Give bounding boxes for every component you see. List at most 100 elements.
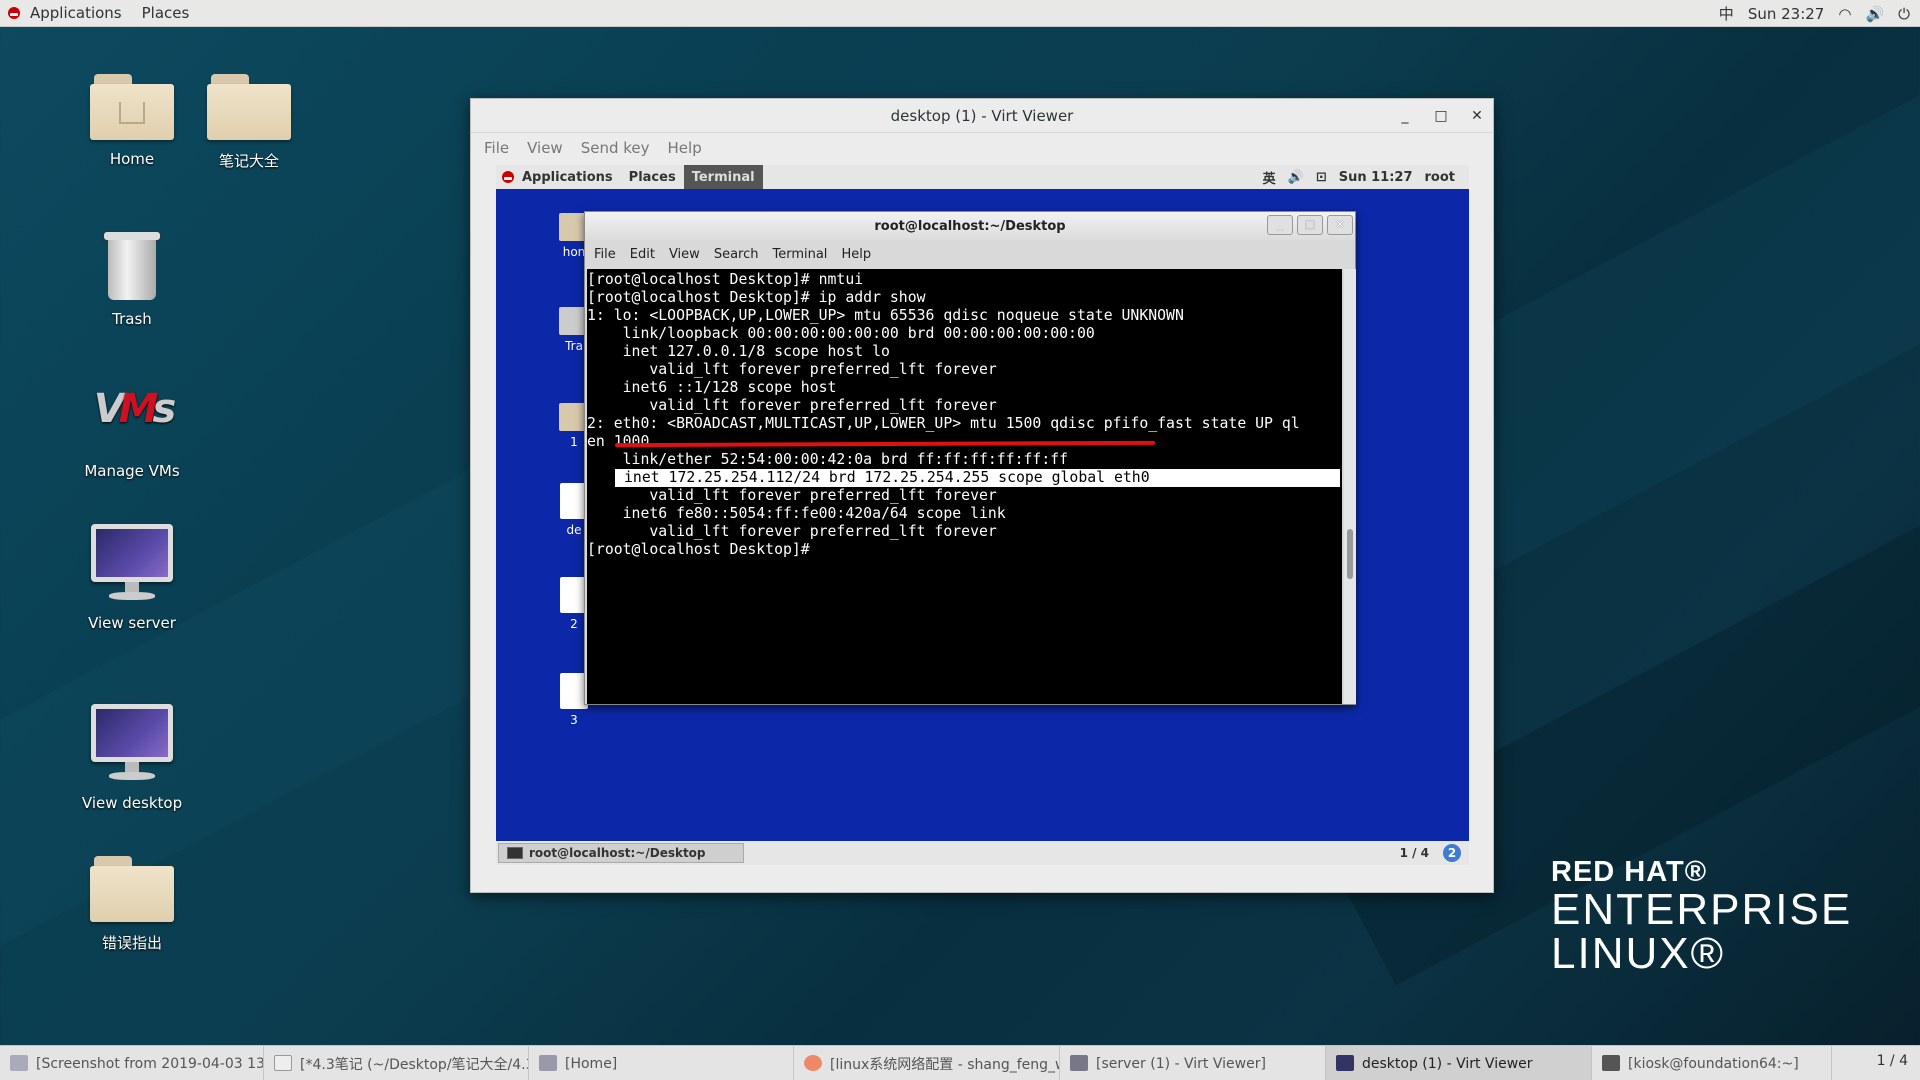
applications-menu[interactable]: Applications xyxy=(20,0,132,27)
file-manager-icon xyxy=(539,1055,557,1071)
redhat-icon xyxy=(8,7,20,19)
menubar: File View Send key Help xyxy=(471,133,1493,163)
terminal-output[interactable]: [root@localhost Desktop]# nmtui [root@loc… xyxy=(587,269,1342,704)
terminal-menubar: File Edit View Search Terminal Help xyxy=(585,240,1355,268)
terminal-line: inet6 fe80::5054:ff:fe00:420a/64 scope l… xyxy=(587,505,1006,522)
taskbar-item-home[interactable]: [Home] xyxy=(529,1046,794,1080)
desktop-icon-notes[interactable]: 笔记大全 xyxy=(189,74,309,171)
minimize-icon[interactable]: _ xyxy=(1395,108,1415,124)
terminal-menu-edit[interactable]: Edit xyxy=(623,247,662,262)
terminal-menu-help[interactable]: Help xyxy=(834,247,878,262)
terminal-line: inet6 ::1/128 scope host xyxy=(587,379,837,396)
taskbar-item-desktop-viewer[interactable]: desktop (1) - Virt Viewer xyxy=(1326,1046,1592,1080)
bottom-taskbar: [Screenshot from 2019-04-03 13-... [*4.3… xyxy=(0,1045,1920,1080)
taskbar-item-screenshot[interactable]: [Screenshot from 2019-04-03 13-... xyxy=(0,1046,264,1080)
guest-top-panel: Applications Places Terminal 英 🔊 ⊡ Sun 1… xyxy=(496,165,1469,189)
guest-terminal-tab[interactable]: Terminal xyxy=(683,165,763,189)
terminal-line: link/loopback 00:00:00:00:00:00 brd 00:0… xyxy=(587,325,1095,342)
terminal-line: valid_lft forever preferred_lft forever xyxy=(587,487,997,504)
clock[interactable]: Sun 23:27 xyxy=(1748,5,1825,23)
desktop-icon-label: View desktop xyxy=(81,794,183,812)
guest-volume-icon[interactable]: 🔊 xyxy=(1288,170,1304,185)
guest-input-method[interactable]: 英 xyxy=(1263,168,1276,187)
terminal-line: link/ether 52:54:00:00:42:0a brd ff:ff:f… xyxy=(587,451,1069,468)
input-method-indicator[interactable]: 中 xyxy=(1719,3,1734,24)
guest-display[interactable]: Applications Places Terminal 英 🔊 ⊡ Sun 1… xyxy=(496,165,1469,865)
desktop-icon-manage-vms[interactable]: VMs Manage VMs xyxy=(72,386,192,480)
menu-file[interactable]: File xyxy=(475,139,518,157)
guest-user-menu[interactable]: root xyxy=(1425,170,1456,185)
text-editor-icon xyxy=(274,1055,292,1071)
places-menu[interactable]: Places xyxy=(132,0,200,27)
virt-manager-icon: VMs xyxy=(93,386,177,432)
terminal-scrollbar[interactable] xyxy=(1344,269,1356,704)
desktop-icon-view-server[interactable]: View server xyxy=(72,524,192,632)
close-icon[interactable]: ✕ xyxy=(1327,215,1353,235)
terminal-line: 1: lo: <LOOPBACK,UP,LOWER_UP> mtu 65536 … xyxy=(587,307,1184,324)
top-panel: Applications Places 中 Sun 23:27 ◠ 🔊 ⏻ xyxy=(0,0,1920,27)
trash-icon xyxy=(104,226,160,302)
terminal-menu-view[interactable]: View xyxy=(662,247,707,262)
taskbar-item-editor[interactable]: [*4.3笔记 (~/Desktop/笔记大全/4.3... xyxy=(264,1046,529,1080)
home-folder-icon xyxy=(90,74,174,140)
terminal-line-highlighted: inet 172.25.254.112/24 brd 172.25.254.25… xyxy=(615,469,1340,487)
terminal-menu-terminal[interactable]: Terminal xyxy=(765,247,834,262)
desktop-icon-view-desktop[interactable]: View desktop xyxy=(72,704,192,812)
terminal-icon xyxy=(507,847,523,859)
minimize-icon[interactable]: _ xyxy=(1267,215,1293,235)
volume-icon[interactable]: 🔊 xyxy=(1865,5,1884,23)
brand-line-3: LINUX® xyxy=(1551,929,1726,978)
menu-view[interactable]: View xyxy=(518,139,572,157)
terminal-line: 2: eth0: <BROADCAST,MULTICAST,UP,LOWER_U… xyxy=(587,415,1300,432)
maximize-icon[interactable]: □ xyxy=(1297,215,1323,235)
guest-notification-badge[interactable]: 2 xyxy=(1443,844,1461,862)
firefox-icon xyxy=(804,1055,822,1071)
guest-applications-menu[interactable]: Applications xyxy=(514,170,621,185)
redhat-enterprise-linux-logo: RED HAT® ENTERPRISE LINUX® xyxy=(1551,856,1852,976)
brand-line-2: ENTERPRISE xyxy=(1551,885,1853,934)
scrollbar-thumb[interactable] xyxy=(1347,529,1353,579)
desktop-icon-home[interactable]: Home xyxy=(72,74,192,168)
terminal-titlebar[interactable]: root@localhost:~/Desktop _ □ ✕ xyxy=(585,212,1355,240)
guest-workspace-pager[interactable]: 1 / 4 xyxy=(1400,846,1429,860)
terminal-line: valid_lft forever preferred_lft forever xyxy=(587,523,997,540)
power-icon[interactable]: ⏻ xyxy=(1898,5,1910,23)
terminal-line: [root@localhost Desktop]# nmtui xyxy=(587,271,864,288)
guest-bottom-panel: root@localhost:~/Desktop 1 / 4 2 xyxy=(496,841,1469,865)
guest-clock[interactable]: Sun 11:27 xyxy=(1339,170,1413,185)
terminal-line: [root@localhost Desktop]# xyxy=(587,541,810,558)
taskbar-item-firefox[interactable]: [linux系统网络配置 - shang_feng_w... xyxy=(794,1046,1060,1080)
screenshot-icon xyxy=(10,1055,28,1071)
guest-network-icon[interactable]: ⊡ xyxy=(1316,170,1327,185)
desktop-icon-label: Home xyxy=(109,150,155,168)
virt-viewer-icon xyxy=(1070,1055,1088,1071)
guest-task-terminal[interactable]: root@localhost:~/Desktop xyxy=(498,843,744,863)
terminal-menu-search[interactable]: Search xyxy=(707,247,766,262)
desktop-icon-trash[interactable]: Trash xyxy=(72,226,192,328)
terminal-title: root@localhost:~/Desktop xyxy=(874,218,1066,234)
monitor-icon xyxy=(91,704,173,784)
terminal-window[interactable]: root@localhost:~/Desktop _ □ ✕ File Edit… xyxy=(584,211,1356,705)
terminal-line: valid_lft forever preferred_lft forever xyxy=(587,397,997,414)
taskbar-item-server-viewer[interactable]: [server (1) - Virt Viewer] xyxy=(1060,1046,1326,1080)
monitor-icon xyxy=(91,524,173,604)
menu-send-key[interactable]: Send key xyxy=(572,139,659,157)
wifi-icon[interactable]: ◠ xyxy=(1838,5,1851,23)
virt-viewer-icon xyxy=(1336,1055,1354,1071)
window-titlebar[interactable]: desktop (1) - Virt Viewer _ □ ✕ xyxy=(471,99,1493,133)
terminal-line: [root@localhost Desktop]# ip addr show xyxy=(587,289,926,306)
desktop-icon-label: 错误指出 xyxy=(101,934,162,952)
guest-places-menu[interactable]: Places xyxy=(621,170,684,185)
terminal-icon xyxy=(1602,1055,1620,1071)
workspace-pager[interactable]: 1 / 4 xyxy=(1877,1053,1908,1069)
desktop-icon-label: Trash xyxy=(112,310,152,328)
menu-help[interactable]: Help xyxy=(659,139,711,157)
terminal-line: valid_lft forever preferred_lft forever xyxy=(587,361,997,378)
taskbar-item-terminal[interactable]: [kiosk@foundation64:~] xyxy=(1592,1046,1832,1080)
desktop-icon-errors[interactable]: 错误指出 xyxy=(72,856,192,953)
close-icon[interactable]: ✕ xyxy=(1467,108,1487,124)
terminal-menu-file[interactable]: File xyxy=(587,247,623,262)
maximize-icon[interactable]: □ xyxy=(1431,108,1451,124)
folder-icon xyxy=(207,74,291,140)
virt-viewer-window[interactable]: desktop (1) - Virt Viewer _ □ ✕ File Vie… xyxy=(470,98,1494,893)
